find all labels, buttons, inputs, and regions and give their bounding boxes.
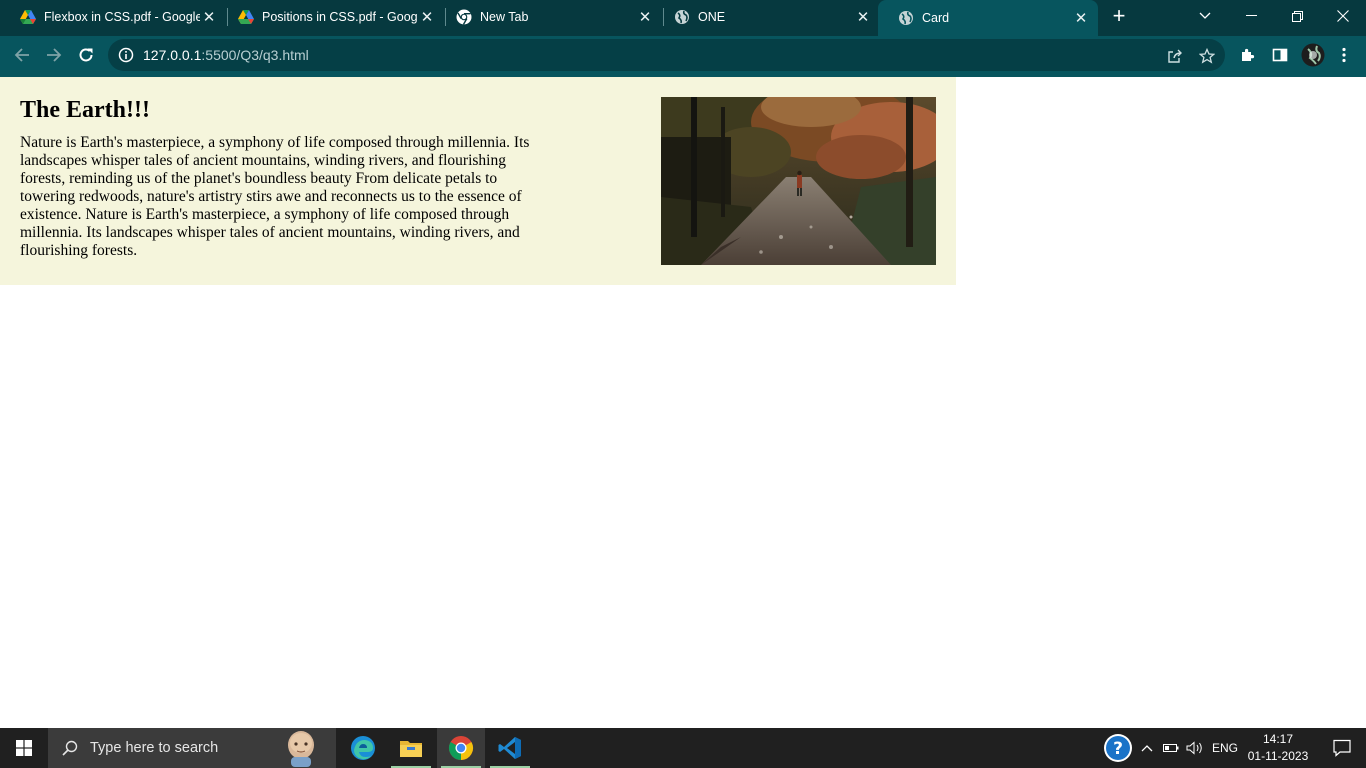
avatar-icon	[1301, 43, 1325, 67]
notification-icon	[1333, 739, 1351, 757]
forward-button[interactable]	[42, 43, 66, 67]
windows-logo-icon	[16, 740, 32, 756]
chrome-icon	[448, 736, 474, 760]
arrow-right-icon	[47, 48, 62, 62]
reload-button[interactable]	[74, 43, 98, 67]
tab-title: Positions in CSS.pdf - Google	[262, 10, 418, 24]
vscode-icon	[498, 737, 521, 759]
google-drive-icon	[20, 9, 36, 25]
reload-icon	[79, 48, 93, 62]
close-tab-icon[interactable]: ✕	[636, 8, 654, 26]
taskbar-file-explorer[interactable]	[387, 728, 435, 768]
windows-taskbar: Type here to search ? ENG 14:17 01-11-20…	[0, 728, 1366, 768]
url-host: 127.0.0.1	[143, 47, 202, 63]
close-icon	[1337, 10, 1349, 22]
url-path: :5500/Q3/q3.html	[201, 47, 309, 63]
speaker-icon	[1186, 741, 1202, 755]
puzzle-icon	[1242, 48, 1255, 61]
search-highlight-icon	[288, 731, 314, 767]
star-icon	[1199, 48, 1215, 64]
tab-card[interactable]: Card ✕	[878, 0, 1098, 36]
input-language[interactable]: ENG	[1212, 741, 1238, 755]
back-button[interactable]	[10, 43, 34, 67]
info-icon[interactable]	[118, 47, 134, 63]
taskbar-vscode[interactable]	[486, 728, 534, 768]
taskbar-search-box[interactable]: Type here to search	[48, 728, 336, 768]
tab-flexbox-pdf[interactable]: Flexbox in CSS.pdf - Google ✕	[0, 0, 226, 34]
browser-toolbar: 127.0.0.1:5500/Q3/q3.html	[0, 36, 1366, 74]
chrome-menu-button[interactable]	[1332, 43, 1356, 67]
help-button[interactable]: ?	[1100, 728, 1136, 768]
help-icon: ?	[1104, 734, 1132, 762]
content-card: The Earth!!! Nature is Earth's masterpie…	[0, 77, 956, 285]
clock-time: 14:17	[1262, 732, 1294, 746]
forest-path-image	[661, 97, 936, 265]
minimize-button[interactable]	[1228, 0, 1274, 32]
tab-new-tab[interactable]: New Tab ✕	[436, 0, 662, 34]
search-icon	[62, 740, 78, 756]
show-hidden-icons-button[interactable]	[1138, 728, 1156, 768]
svg-text:?: ?	[1113, 739, 1123, 759]
card-paragraph: Nature is Earth's masterpiece, a symphon…	[20, 134, 530, 259]
close-tab-icon[interactable]: ✕	[200, 8, 218, 26]
tab-title: Flexbox in CSS.pdf - Google	[44, 10, 200, 24]
globe-icon	[674, 9, 690, 25]
chrome-icon	[456, 9, 472, 25]
folder-icon	[400, 741, 422, 757]
extensions-button[interactable]	[1236, 43, 1260, 67]
restore-button[interactable]	[1274, 0, 1320, 32]
arrow-left-icon	[14, 48, 29, 62]
tab-title: New Tab	[480, 10, 529, 24]
edge-icon	[351, 736, 375, 760]
profile-avatar[interactable]	[1300, 42, 1326, 68]
close-tab-icon[interactable]: ✕	[1072, 9, 1090, 27]
search-placeholder: Type here to search	[90, 740, 219, 756]
tab-search-button[interactable]	[1182, 0, 1228, 32]
tab-strip: Flexbox in CSS.pdf - Google ✕ Positions …	[0, 0, 1366, 36]
share-icon	[1168, 49, 1182, 63]
taskbar-clock[interactable]: 14:17 01-11-2023	[1244, 731, 1312, 765]
clock-date: 01-11-2023	[1247, 749, 1309, 763]
more-vertical-icon	[1342, 47, 1346, 63]
tab-positions-pdf[interactable]: Positions in CSS.pdf - Google ✕	[218, 0, 444, 34]
new-tab-button[interactable]: +	[1108, 5, 1130, 28]
close-tab-icon[interactable]: ✕	[854, 8, 872, 26]
taskbar-edge[interactable]	[339, 728, 387, 768]
tab-title: ONE	[698, 10, 726, 24]
page-title: The Earth!!!	[20, 97, 150, 123]
address-bar[interactable]: 127.0.0.1:5500/Q3/q3.html	[108, 39, 1225, 71]
battery-status[interactable]	[1160, 728, 1182, 768]
page-viewport: The Earth!!! Nature is Earth's masterpie…	[0, 77, 1366, 728]
side-panel-button[interactable]	[1268, 43, 1292, 67]
chevron-up-icon	[1141, 745, 1153, 752]
restore-icon	[1291, 10, 1303, 22]
side-panel-icon	[1272, 48, 1288, 62]
notifications-button[interactable]	[1318, 728, 1366, 768]
start-button[interactable]	[0, 728, 48, 768]
close-tab-icon[interactable]: ✕	[418, 8, 436, 26]
battery-icon	[1163, 744, 1179, 752]
google-drive-icon	[238, 9, 254, 25]
tab-one[interactable]: ONE ✕	[654, 0, 880, 34]
bookmark-button[interactable]	[1197, 46, 1217, 66]
globe-icon	[898, 10, 914, 26]
volume-control[interactable]	[1184, 728, 1206, 768]
tab-title: Card	[922, 11, 950, 25]
chevron-down-icon	[1199, 12, 1211, 19]
share-button[interactable]	[1165, 46, 1185, 66]
taskbar-chrome[interactable]	[437, 728, 485, 768]
close-window-button[interactable]	[1320, 0, 1366, 32]
minimize-icon	[1245, 15, 1257, 16]
